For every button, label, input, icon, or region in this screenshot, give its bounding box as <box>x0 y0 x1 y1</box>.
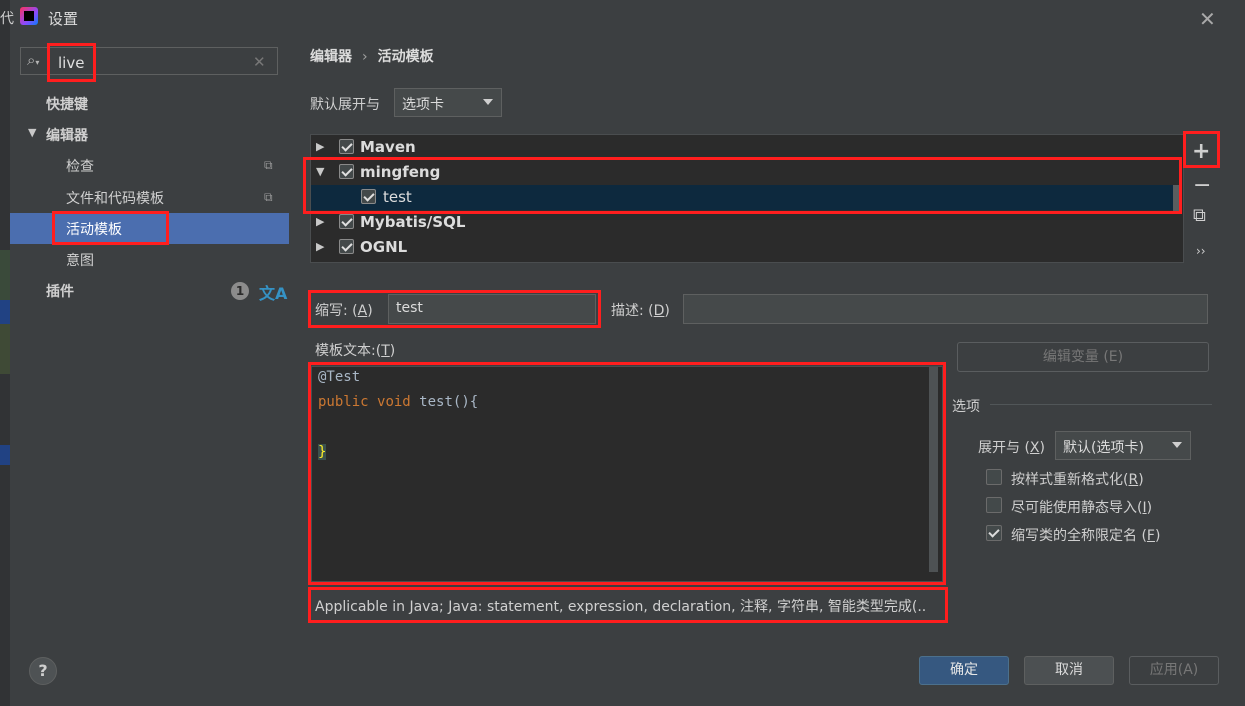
default-expand-select[interactable]: 选项卡 <box>394 88 502 117</box>
checkbox-mingfeng[interactable] <box>339 164 354 179</box>
intellij-app-icon <box>20 7 38 25</box>
help-button[interactable]: ? <box>29 657 57 685</box>
tree-scrollbar[interactable] <box>1173 185 1180 211</box>
group-label: mingfeng <box>360 163 441 181</box>
search-query[interactable]: live <box>58 54 84 72</box>
static-import-checkbox[interactable] <box>986 497 1002 513</box>
default-expand-label: 默认展开与 <box>310 97 380 113</box>
expand-with-select[interactable]: 默认(选项卡) <box>1055 431 1191 460</box>
cancel-button[interactable]: 取消 <box>1024 656 1114 685</box>
group-label: Maven <box>360 138 416 156</box>
shorten-fq-label[interactable]: 缩写类的全称限定名 (F) <box>1011 525 1160 545</box>
chevron-down-icon <box>483 99 493 105</box>
static-import-label[interactable]: 尽可能使用静态导入(I) <box>1011 497 1152 517</box>
background-strip <box>0 324 10 374</box>
tree-row-ognl[interactable]: ▶ OGNL <box>311 235 1175 260</box>
code-line: @Test <box>318 369 361 385</box>
sidebar-item-file-templates[interactable]: 文件和代码模板 <box>66 188 164 208</box>
background-strip <box>0 445 10 465</box>
sidebar-item-intentions[interactable]: 意图 <box>66 250 94 270</box>
expand-with-label: 展开与 (X) <box>978 440 1045 456</box>
title-bar <box>10 0 1245 34</box>
abbreviation-label: 缩写: (A) <box>315 303 373 319</box>
background-title-fragment: 代 <box>0 11 14 27</box>
breadcrumb-current: 活动模板 <box>377 49 434 65</box>
group-label: OGNL <box>360 238 408 256</box>
clear-search-icon[interactable]: ✕ <box>253 53 266 71</box>
chevron-right-icon[interactable]: ▶ <box>316 240 324 253</box>
template-text-editor[interactable]: @Test public void test(){ } <box>311 366 943 582</box>
checkbox-maven[interactable] <box>339 139 354 154</box>
sidebar-selection <box>10 213 289 244</box>
group-label: Mybatis/SQL <box>360 213 466 231</box>
description-label: 描述: (D) <box>611 303 670 319</box>
sidebar-item-plugins[interactable]: 插件 <box>46 281 74 301</box>
breadcrumb-separator: › <box>362 49 368 65</box>
default-expand-value: 选项卡 <box>402 97 444 113</box>
search-icon[interactable]: ⌕▾ <box>27 51 39 69</box>
chevron-down-icon <box>1172 442 1182 448</box>
chevron-down-icon[interactable]: ▼ <box>28 126 36 139</box>
close-icon[interactable]: ✕ <box>1199 7 1216 31</box>
tree-row-mingfeng[interactable]: ▼ mingfeng <box>311 160 1175 185</box>
chevron-right-icon[interactable]: ▶ <box>316 140 324 153</box>
expand-with-value: 默认(选项卡) <box>1063 440 1144 456</box>
apply-button[interactable]: 应用(A) <box>1129 656 1219 685</box>
checkbox-ognl[interactable] <box>339 239 354 254</box>
background-strip <box>0 300 10 324</box>
breadcrumb-parent[interactable]: 编辑器 <box>310 49 352 65</box>
abbreviation-input[interactable]: test <box>388 294 596 324</box>
remove-icon[interactable]: − <box>1193 173 1211 198</box>
ok-button[interactable]: 确定 <box>919 656 1009 685</box>
add-icon[interactable]: + <box>1192 139 1210 164</box>
sidebar-item-inspections[interactable]: 检查 <box>66 156 94 176</box>
shorten-fq-checkbox[interactable] <box>986 525 1002 541</box>
code-line: public void test(){ <box>318 394 479 410</box>
code-line: } <box>318 444 327 460</box>
template-text-label: 模板文本:(T) <box>315 343 396 359</box>
applicable-context-link[interactable]: Applicable in Java; Java: statement, exp… <box>315 596 926 616</box>
more-icon[interactable]: ›› <box>1196 244 1206 258</box>
background-strip <box>0 250 10 300</box>
chevron-right-icon[interactable]: ▶ <box>316 215 324 228</box>
sidebar-item-editor[interactable]: 编辑器 <box>46 125 88 145</box>
project-scope-icon: ⧉ <box>264 190 273 204</box>
template-tree[interactable]: ▶ Maven ▼ mingfeng test ▶ Mybatis/SQL ▶ … <box>310 134 1184 263</box>
options-divider <box>990 404 1212 405</box>
tree-row-test[interactable]: test <box>311 185 1175 210</box>
tree-row-mybatis[interactable]: ▶ Mybatis/SQL <box>311 210 1175 235</box>
tree-row-maven[interactable]: ▶ Maven <box>311 135 1175 160</box>
breadcrumb: 编辑器 › 活动模板 <box>310 46 434 66</box>
translate-icon: 文A <box>259 284 288 303</box>
dialog-title: 设置 <box>48 10 79 28</box>
edit-variables-button[interactable]: 编辑变量 (E) <box>957 342 1209 372</box>
checkbox-mybatis[interactable] <box>339 214 354 229</box>
chevron-down-icon[interactable]: ▼ <box>316 165 324 178</box>
description-input[interactable] <box>683 294 1208 324</box>
sidebar-item-live-templates[interactable]: 活动模板 <box>66 219 122 239</box>
copy-icon[interactable]: ⧉ <box>1193 205 1206 226</box>
project-scope-icon: ⧉ <box>264 158 273 172</box>
sidebar-item-keymap[interactable]: 快捷键 <box>46 94 88 114</box>
reformat-label[interactable]: 按样式重新格式化(R) <box>1011 469 1144 489</box>
template-label: test <box>383 188 412 206</box>
checkbox-test[interactable] <box>361 189 376 204</box>
plugins-update-badge: 1 <box>231 282 249 300</box>
reformat-checkbox[interactable] <box>986 469 1002 485</box>
options-heading: 选项 <box>952 399 980 415</box>
editor-scrollbar[interactable] <box>929 367 938 572</box>
